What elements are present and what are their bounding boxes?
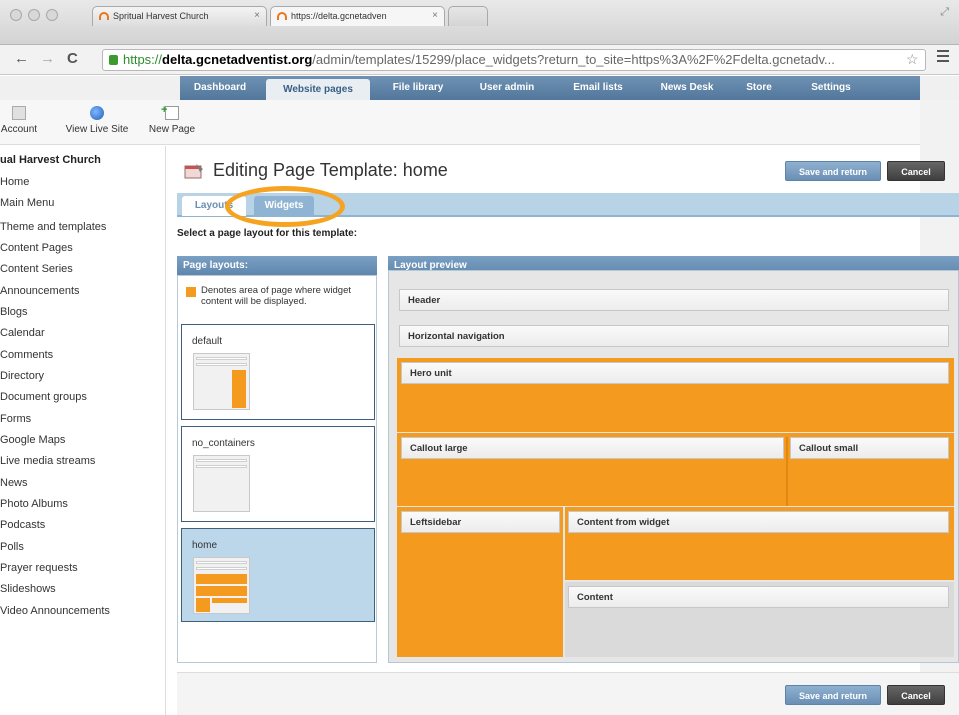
zoom-window-button[interactable] [46,9,58,21]
sidebar-item-prayer-requests[interactable]: Prayer requests [0,562,78,574]
layout-name: no_containers [192,438,255,449]
close-tab-icon[interactable]: × [254,7,260,25]
sidebar-item-announcements[interactable]: Announcements [0,285,80,297]
sidebar-item-podcasts[interactable]: Podcasts [0,519,45,531]
layout-name: home [192,540,218,551]
zone-hero-unit[interactable]: Hero unit [401,362,949,384]
nav-tab-news-desk[interactable]: News Desk [650,76,724,100]
template-icon [184,163,204,179]
tab-title: https://delta.gcnetadven [291,11,387,21]
view-live-site-button[interactable]: View Live Site [58,106,136,135]
sidebar-item-video-announcements[interactable]: Video Announcements [0,605,110,617]
widget-area-swatch [186,287,196,297]
zone-content: Content [568,586,949,608]
forward-arrow-icon[interactable]: → [40,50,55,67]
zone-horizontal-navigation[interactable]: Horizontal navigation [399,325,949,347]
layout-thumbnail [193,353,250,410]
url-host: delta.gcnetadventist.org [162,52,313,67]
sidebar-item-polls[interactable]: Polls [0,541,24,553]
close-tab-icon[interactable]: × [432,7,438,25]
sidebar-item-main-menu[interactable]: Main Menu [0,197,54,209]
cancel-button-bottom[interactable]: Cancel [887,685,945,705]
sidebar-item-directory[interactable]: Directory [0,370,44,382]
account-label: Account [0,124,38,135]
back-arrow-icon[interactable]: ← [14,50,29,67]
sidebar-item-photo-albums[interactable]: Photo Albums [0,498,68,510]
sidebar-item-news[interactable]: News [0,477,28,489]
sidebar-item-slideshows[interactable]: Slideshows [0,583,56,595]
new-tab-button[interactable] [448,6,488,26]
highlight-circle [225,186,345,227]
account-button[interactable]: Account [0,106,46,135]
reload-icon[interactable]: C [67,50,78,67]
nav-tab-user-admin[interactable]: User admin [470,76,544,100]
browser-tab-spiritual-harvest[interactable]: Spritual Harvest Church × [92,6,267,26]
site-favicon-icon [277,12,287,20]
sidebar-site-title[interactable]: ual Harvest Church [0,154,101,166]
page-layouts-heading: Page layouts: [177,256,377,275]
new-page-button[interactable]: + New Page [146,104,198,135]
minimize-window-button[interactable] [28,9,40,21]
address-bar[interactable]: https://delta.gcnetadventist.org/admin/t… [102,49,926,71]
nav-tab-file-library[interactable]: File library [376,76,460,100]
url-protocol: https:// [123,52,163,67]
nav-tab-store[interactable]: Store [736,76,782,100]
new-page-label: New Page [148,124,196,135]
sidebar-item-content-series[interactable]: Content Series [0,263,73,275]
layout-option-no-containers[interactable]: no_containers [181,426,375,522]
sidebar-item-home[interactable]: Home [0,176,29,188]
url-path: /admin/templates/15299/place_widgets?ret… [312,52,835,67]
fullscreen-icon[interactable]: ⤢ [940,6,949,19]
sidebar-item-comments[interactable]: Comments [0,349,53,361]
account-icon [12,106,26,120]
page-title: Editing Page Template: home [213,160,448,180]
callout-divider [786,437,788,506]
layout-option-home[interactable]: home [181,528,375,622]
browser-toolbar: ← → C https://delta.gcnetadventist.org/a… [0,45,959,75]
layout-thumbnail [193,455,250,512]
layout-option-default[interactable]: default [181,324,375,420]
zone-content-from-widget[interactable]: Content from widget [568,511,949,533]
save-and-return-button-bottom[interactable]: Save and return [785,685,881,705]
zone-leftsidebar[interactable]: Leftsidebar [401,511,560,533]
cancel-button[interactable]: Cancel [887,161,945,181]
sidebar-item-theme-templates[interactable]: Theme and templates [0,221,106,233]
close-window-button[interactable] [10,9,22,21]
quick-actions-bar: Account View Live Site + New Page [0,100,920,145]
site-favicon-icon [99,12,109,20]
nav-tab-settings[interactable]: Settings [794,76,868,100]
lock-icon [109,55,118,65]
sidebar-item-calendar[interactable]: Calendar [0,327,45,339]
new-page-icon: + [161,104,179,120]
sidebar-item-google-maps[interactable]: Google Maps [0,434,65,446]
sidebar-item-forms[interactable]: Forms [0,413,31,425]
tab-title: Spritual Harvest Church [113,11,209,21]
layout-name: default [192,336,223,347]
nav-tab-website-pages[interactable]: Website pages [266,79,370,100]
zone-callout-large[interactable]: Callout large [401,437,784,459]
save-and-return-button[interactable]: Save and return [785,161,881,181]
layout-thumbnail [193,557,250,614]
view-live-site-label: View Live Site [65,124,129,135]
sidebar-item-content-pages[interactable]: Content Pages [0,242,73,254]
menu-icon[interactable] [937,50,949,62]
layout-instruction: Select a page layout for this template: [177,228,358,239]
sidebar-item-live-media-streams[interactable]: Live media streams [0,455,95,467]
bookmark-star-icon[interactable]: ☆ [906,51,919,68]
sidebar-item-blogs[interactable]: Blogs [0,306,28,318]
sidebar: ual Harvest Church Home Main Menu Theme … [0,146,166,715]
widget-area-legend: Denotes area of page where widget conten… [201,285,351,307]
nav-tab-email-lists[interactable]: Email lists [560,76,636,100]
browser-tab-delta-admin[interactable]: https://delta.gcnetadven × [270,6,445,26]
globe-icon [90,106,104,120]
app-main-nav: Dashboard Website pages File library Use… [180,76,920,100]
nav-tab-dashboard[interactable]: Dashboard [180,76,260,100]
sidebar-item-document-groups[interactable]: Document groups [0,391,87,403]
zone-callout-small[interactable]: Callout small [790,437,949,459]
zone-header[interactable]: Header [399,289,949,311]
browser-titlebar: Spritual Harvest Church × https://delta.… [0,0,959,45]
